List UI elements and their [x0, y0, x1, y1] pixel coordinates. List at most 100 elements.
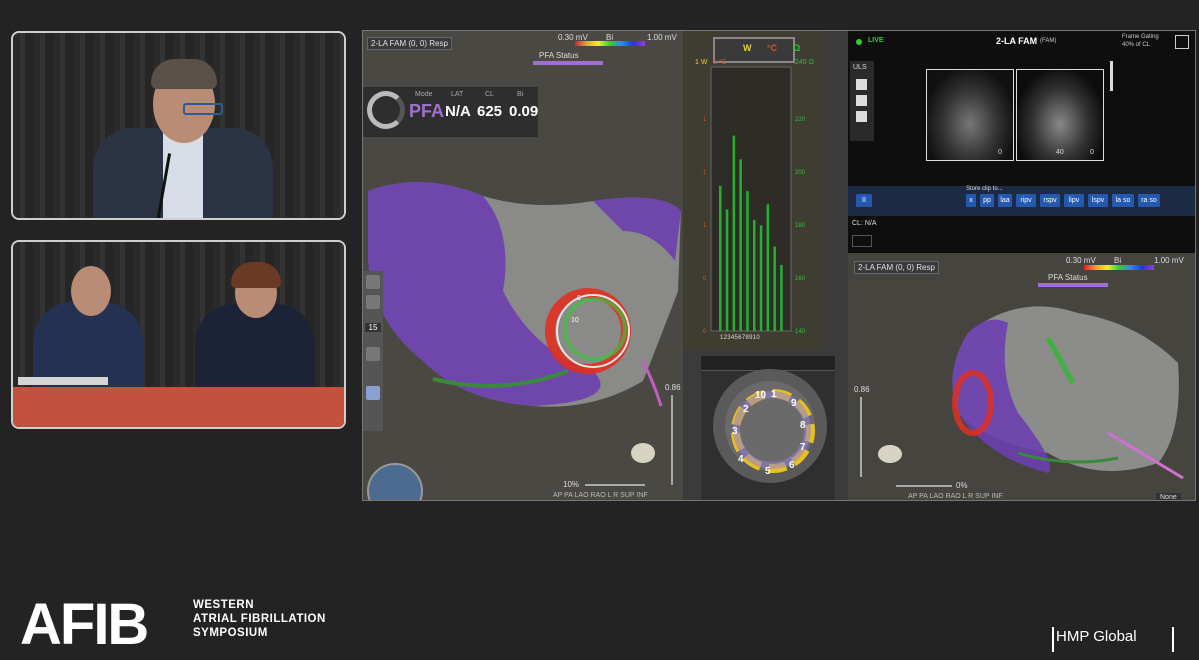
right-heart-orientation-icon — [878, 445, 902, 463]
histogram-left-tick: 1 — [703, 223, 707, 229]
histogram-bar — [719, 185, 722, 331]
ring-number-8: 8 — [800, 420, 806, 431]
live-indicator-icon — [856, 39, 862, 45]
uls-tool-icon[interactable] — [856, 111, 867, 122]
histogram-right-tick: 160 — [795, 276, 806, 282]
tool-icon[interactable] — [366, 275, 380, 289]
histogram-bar — [753, 220, 756, 331]
symposium-line-2: ATRIAL FIBRILLATION — [193, 613, 326, 625]
left-3d-map-view[interactable]: 2-LA FAM (0, 0) Resp 0.30 mV Bi 1.00 mV … — [363, 31, 683, 500]
clip-button-ripv[interactable]: ripv — [1016, 194, 1036, 207]
counter-box: 15 — [365, 323, 381, 332]
histogram-bar — [773, 246, 776, 331]
right-zoom-slider[interactable] — [896, 485, 952, 487]
clip-button-lipv[interactable]: lipv — [1064, 194, 1084, 207]
histogram-bar — [780, 265, 783, 331]
mode-label: Mode — [415, 91, 433, 98]
status-panel: Mode PFA LAT N/A CL 625 Bi 0.09 — [363, 87, 538, 137]
ablation-histogram-panel: W °C Ω 1 W 1 °C 240 Ω 220 200 180 160 140 1 1 1… — [683, 31, 823, 351]
symposium-line-3: SYMPOSIUM — [193, 627, 268, 639]
sponsor-divider-left — [1052, 627, 1054, 652]
scale-max-label: 1.00 mV — [647, 33, 677, 42]
clip-button-ra-so[interactable]: ra so — [1138, 194, 1160, 207]
sponsor-divider-right — [1172, 627, 1174, 652]
ring-number-1: 1 — [771, 389, 777, 400]
pfa-status-label: PFA Status — [539, 51, 579, 60]
image-1-value: 0 — [998, 149, 1002, 156]
cl-text: CL: N/A — [852, 220, 877, 227]
right-map-mode-dropdown[interactable]: 2-LA FAM (0, 0) Resp — [854, 261, 939, 274]
ultrasound-image-2 — [1016, 69, 1104, 161]
right-view-buttons[interactable]: AP PA LAO RAO L R SUP INF — [908, 493, 1003, 500]
clip-button-laa[interactable]: laa — [998, 194, 1012, 207]
symposium-line-1: WESTERN — [193, 599, 254, 611]
view-buttons[interactable]: AP PA LAO RAO L R SUP INF — [553, 492, 648, 499]
right-pfa-status-label: PFA Status — [1048, 273, 1088, 282]
cl-label: CL — [485, 91, 494, 98]
uls-tool-icon[interactable] — [856, 95, 867, 106]
image-2-value: 40 — [1056, 149, 1064, 156]
clip-button-lspv[interactable]: lspv — [1088, 194, 1108, 207]
histogram-bar — [739, 159, 742, 331]
right-opacity-slider[interactable] — [860, 397, 862, 477]
histogram-right-tick: 140 — [795, 329, 806, 335]
right-scale-max-label: 1.00 mV — [1154, 256, 1184, 265]
zoom-slider[interactable] — [585, 484, 645, 486]
voltage-colorbar — [575, 41, 645, 46]
right-zoom-value: 0% — [956, 481, 968, 490]
ultrasound-title: 2-LA FAM — [996, 36, 1038, 46]
uls-label: ULS — [853, 64, 867, 71]
ultrasound-panel: LIVE 2-LA FAM (FAM) Frame Gating 40% of … — [848, 31, 1195, 253]
uls-toolbar: ULS — [850, 61, 874, 141]
none-button[interactable]: None — [1156, 493, 1181, 500]
ring-number-10: 10 — [755, 390, 767, 401]
histogram-plot-area — [710, 66, 792, 332]
pfa-status-bar — [533, 61, 603, 65]
symposium-name: WESTERN ATRIAL FIBRILLATION SYMPOSIUM — [193, 598, 326, 640]
right-voltage-colorbar — [1084, 265, 1154, 270]
histogram-bar — [759, 225, 763, 331]
clip-button-la-so[interactable]: la so — [1112, 194, 1134, 207]
tool-icon[interactable] — [366, 386, 380, 400]
histogram-right-tick: 220 — [795, 117, 806, 123]
right-scale-min-label: 0.30 mV — [1066, 256, 1096, 265]
opacity-slider[interactable] — [671, 395, 673, 485]
histogram-right-tick: 180 — [795, 223, 806, 229]
tool-icon[interactable] — [366, 347, 380, 361]
uls-tool-icon[interactable] — [856, 79, 867, 90]
sponsor-logo: HMP Global — [1056, 628, 1137, 645]
panel-video — [11, 240, 346, 429]
speaker-shirt — [163, 133, 203, 218]
right-scale-type-label: Bi — [1114, 256, 1122, 265]
ring-number-6: 6 — [789, 460, 795, 471]
histogram-left-tick: 0 — [703, 329, 707, 335]
frame-gating-label: Frame Gating — [1122, 34, 1159, 40]
histogram-chart: 220200180160140111000 — [703, 66, 806, 335]
papers — [18, 377, 108, 385]
right-3d-map-view[interactable]: 2-LA FAM (0, 0) Resp 0.30 mV Bi 1.00 mV … — [848, 253, 1195, 500]
catheter-sheath — [641, 360, 663, 407]
ring-number-2: 2 — [743, 404, 749, 415]
electrode-label-10: 10 — [571, 317, 579, 324]
settings-icon[interactable] — [1175, 35, 1189, 49]
histogram-bar — [732, 135, 736, 331]
histogram-left-tick: 1 — [703, 117, 707, 123]
zoom-value: 10% — [563, 480, 580, 489]
store-clip-label: Store clip to... — [966, 186, 1003, 192]
clip-button-rspv[interactable]: rspv — [1040, 194, 1060, 207]
map-mode-dropdown[interactable]: 2-LA FAM (0, 0) Resp — [367, 37, 452, 50]
frame-gating-value: 40% of CL — [1122, 42, 1151, 48]
speaker-glasses — [183, 103, 223, 115]
ultrasound-image-1 — [926, 69, 1014, 161]
tool-icon[interactable] — [366, 295, 380, 309]
lat-label: LAT — [451, 91, 464, 98]
navigation-wheel[interactable] — [367, 463, 423, 500]
clip-button-pp[interactable]: pp — [980, 194, 994, 207]
clip-button-x[interactable]: x — [966, 194, 976, 207]
mode-value: PFA — [409, 101, 445, 121]
ultrasound-brightness-slider[interactable] — [1110, 61, 1113, 91]
speaker-video-panel — [11, 31, 346, 220]
speaker-hair — [151, 59, 217, 89]
pause-button[interactable]: II — [856, 194, 872, 207]
ultrasound-title-sub: (FAM) — [1040, 38, 1057, 44]
